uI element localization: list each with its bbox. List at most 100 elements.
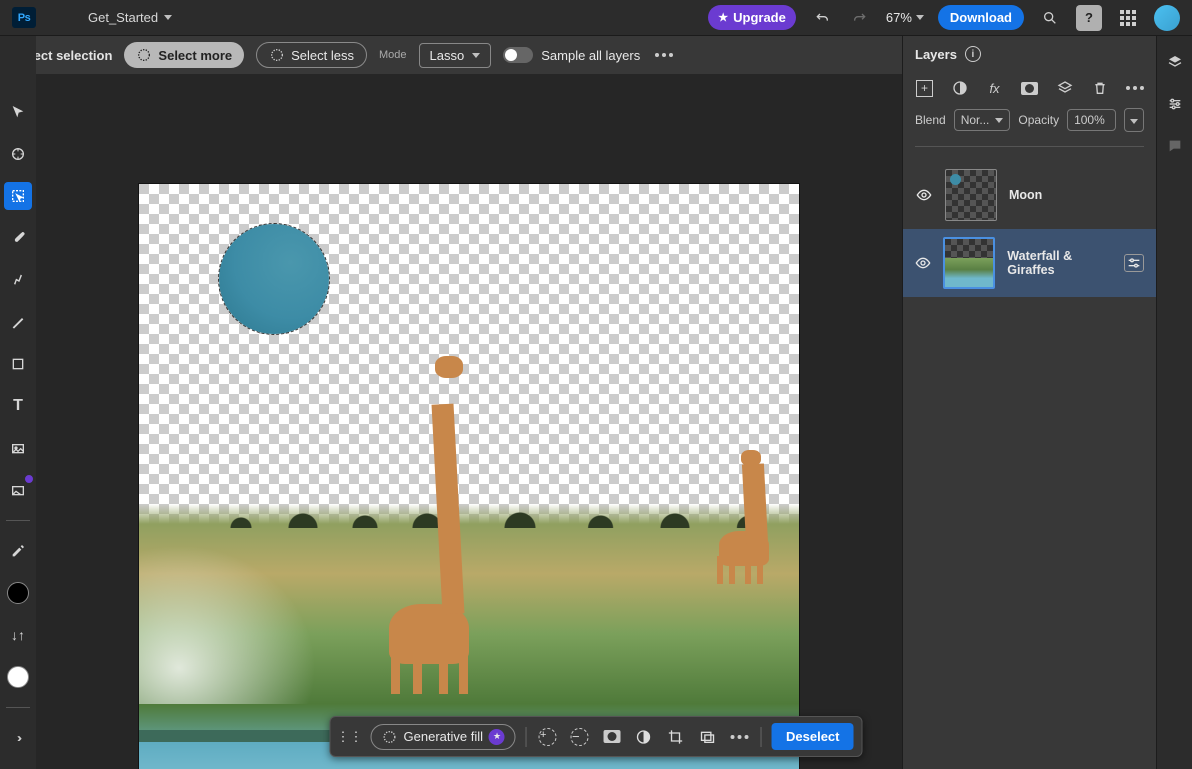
properties-panel-toggle[interactable] xyxy=(1163,92,1187,116)
zoom-dropdown[interactable]: 67% xyxy=(886,10,924,25)
layer-item-moon[interactable]: Moon xyxy=(903,161,1156,229)
delete-layer-icon[interactable] xyxy=(1090,78,1109,98)
visibility-toggle[interactable] xyxy=(915,255,931,271)
foreground-color[interactable] xyxy=(4,579,32,607)
more-icon[interactable] xyxy=(729,726,751,748)
generative-tool[interactable] xyxy=(4,476,32,504)
menu-icon[interactable] xyxy=(50,6,74,30)
download-label: Download xyxy=(950,10,1012,25)
chevron-down-icon xyxy=(916,15,924,20)
clone-tool[interactable] xyxy=(4,266,32,294)
sample-all-label: Sample all layers xyxy=(541,48,640,63)
object-selection-tool[interactable] xyxy=(4,182,32,210)
layer-name: Waterfall & Giraffes xyxy=(1007,249,1112,277)
ai-star-icon: ★ xyxy=(489,729,505,745)
layer-mask-icon[interactable] xyxy=(1020,78,1039,98)
layer-stack-icon[interactable] xyxy=(1055,78,1074,98)
redo-button[interactable] xyxy=(848,6,872,30)
layer-name: Moon xyxy=(1009,188,1042,202)
opacity-value: 100% xyxy=(1074,113,1105,127)
select-more-button[interactable]: Select more xyxy=(124,42,244,68)
fx-icon[interactable]: fx xyxy=(985,78,1004,98)
layers-title: Layers xyxy=(915,47,957,62)
mask-icon[interactable] xyxy=(601,726,623,748)
layers-panel-toggle[interactable] xyxy=(1163,50,1187,74)
sample-all-toggle[interactable]: Sample all layers xyxy=(503,47,640,63)
deselect-button[interactable]: Deselect xyxy=(772,723,853,750)
layer-more-icon[interactable] xyxy=(1125,78,1144,98)
gen-fill-label: Generative fill xyxy=(404,729,483,744)
brush-tool[interactable] xyxy=(4,224,32,252)
mode-label: Mode xyxy=(379,49,407,61)
opacity-label: Opacity xyxy=(1018,113,1059,127)
zoom-value: 67% xyxy=(886,10,912,25)
document-name-dropdown[interactable]: Get_Started xyxy=(88,10,172,25)
background-color[interactable] xyxy=(4,663,32,691)
ai-badge-icon xyxy=(24,474,34,484)
blend-label: Blend xyxy=(915,113,946,127)
expand-tools[interactable]: ›› xyxy=(4,724,32,752)
artboard[interactable] xyxy=(139,184,799,769)
text-tool[interactable]: T xyxy=(4,392,32,420)
generative-fill-button[interactable]: Generative fill ★ xyxy=(371,724,516,750)
upgrade-label: Upgrade xyxy=(733,10,786,25)
mode-value: Lasso xyxy=(430,48,465,63)
shape-tool[interactable] xyxy=(4,350,32,378)
scene-mist xyxy=(139,524,339,704)
document-name: Get_Started xyxy=(88,10,158,25)
download-button[interactable]: Download xyxy=(938,5,1024,30)
apps-grid-icon[interactable] xyxy=(1116,6,1140,30)
contract-selection-icon[interactable]: − xyxy=(569,726,591,748)
moon-selection[interactable] xyxy=(219,224,329,334)
adjust-icon[interactable] xyxy=(633,726,655,748)
chevron-down-icon xyxy=(164,15,172,20)
select-more-label: Select more xyxy=(158,48,232,63)
visibility-toggle[interactable] xyxy=(915,187,933,203)
divider xyxy=(915,146,1144,147)
more-options-icon[interactable] xyxy=(652,43,676,67)
eyedropper-tool[interactable] xyxy=(4,537,32,565)
divider xyxy=(761,727,762,747)
expand-selection-icon[interactable]: + xyxy=(537,726,559,748)
toggle-icon xyxy=(503,47,533,63)
transform-tool[interactable] xyxy=(4,140,32,168)
swap-colors[interactable]: ↓↑ xyxy=(4,621,32,649)
move-tool[interactable] xyxy=(4,98,32,126)
upgrade-button[interactable]: ★ Upgrade xyxy=(708,5,796,30)
blend-mode-select[interactable]: Nor... xyxy=(954,109,1011,131)
photoshop-logo[interactable]: Ps xyxy=(12,7,36,28)
select-less-button[interactable]: Select less xyxy=(256,42,367,68)
layer-thumbnail[interactable] xyxy=(943,237,995,289)
image-icon[interactable] xyxy=(697,726,719,748)
comments-panel-toggle[interactable] xyxy=(1163,134,1187,158)
giraffe-small xyxy=(709,454,779,584)
deselect-label: Deselect xyxy=(786,729,839,744)
layer-item-waterfall[interactable]: Waterfall & Giraffes xyxy=(903,229,1156,297)
help-button[interactable]: ? xyxy=(1076,5,1102,31)
chevron-down-icon xyxy=(1130,119,1138,124)
user-avatar[interactable] xyxy=(1154,5,1180,31)
search-icon[interactable] xyxy=(1038,6,1062,30)
crop-tool[interactable] xyxy=(4,434,32,462)
layer-settings-icon[interactable] xyxy=(1124,254,1144,272)
chevron-down-icon xyxy=(995,118,1003,123)
divider xyxy=(6,707,30,708)
paint-tool[interactable] xyxy=(4,308,32,336)
mode-select[interactable]: Lasso xyxy=(419,43,492,68)
opacity-input[interactable]: 100% xyxy=(1067,109,1116,131)
canvas-area[interactable] xyxy=(36,74,902,769)
adjustment-icon[interactable] xyxy=(950,78,969,98)
drag-handle-icon[interactable]: ⋮⋮ xyxy=(339,726,361,748)
info-icon[interactable]: i xyxy=(965,46,981,62)
add-layer-icon[interactable]: + xyxy=(915,78,934,98)
star-icon: ★ xyxy=(718,11,728,24)
crop-icon[interactable] xyxy=(665,726,687,748)
divider xyxy=(6,520,30,521)
layer-thumbnail[interactable] xyxy=(945,169,997,221)
opacity-dropdown[interactable] xyxy=(1124,108,1144,132)
blend-value: Nor... xyxy=(961,113,990,127)
select-less-label: Select less xyxy=(291,48,354,63)
undo-button[interactable] xyxy=(810,6,834,30)
giraffe-large xyxy=(379,364,489,694)
chevron-down-icon xyxy=(472,53,480,58)
